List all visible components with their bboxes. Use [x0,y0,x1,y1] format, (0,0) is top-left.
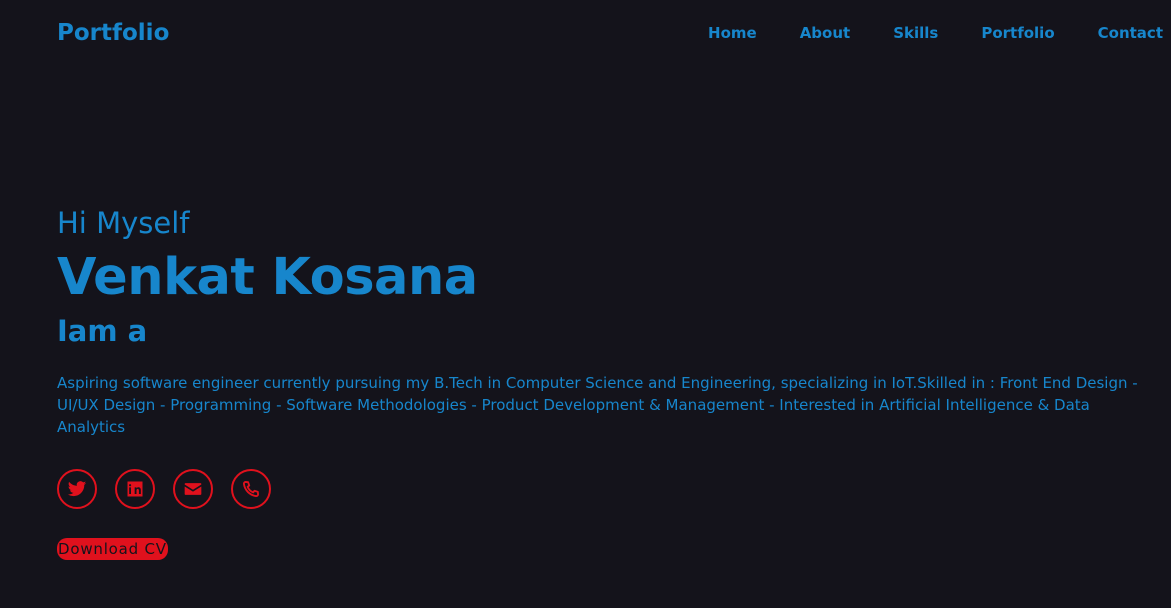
hero-greeting: Hi Myself [57,206,190,240]
page: Portfolio Home About Skills Portfolio Co… [0,0,1171,608]
site-logo[interactable]: Portfolio [57,16,169,50]
phone-icon [241,479,261,499]
linkedin-link[interactable] [115,469,155,509]
nav-home[interactable]: Home [708,22,757,44]
social-links [57,469,1147,509]
nav-about[interactable]: About [800,22,851,44]
hero-role: Iam a [57,314,148,348]
twitter-icon [67,479,87,499]
hero-section: Hi Myself Venkat Kosana Iam a Aspiring s… [57,204,1147,560]
nav-contact[interactable]: Contact [1098,22,1163,44]
linkedin-icon [125,479,145,499]
envelope-icon [183,479,203,499]
twitter-link[interactable] [57,469,97,509]
phone-link[interactable] [231,469,271,509]
hero-name: Venkat Kosana [57,248,478,307]
nav-portfolio[interactable]: Portfolio [981,22,1054,44]
email-link[interactable] [173,469,213,509]
main-nav: Home About Skills Portfolio Contact [708,22,1163,44]
hero-bio: Aspiring software engineer currently pur… [57,374,1138,436]
nav-skills[interactable]: Skills [893,22,938,44]
download-cv-button[interactable]: Download CV [57,538,168,560]
